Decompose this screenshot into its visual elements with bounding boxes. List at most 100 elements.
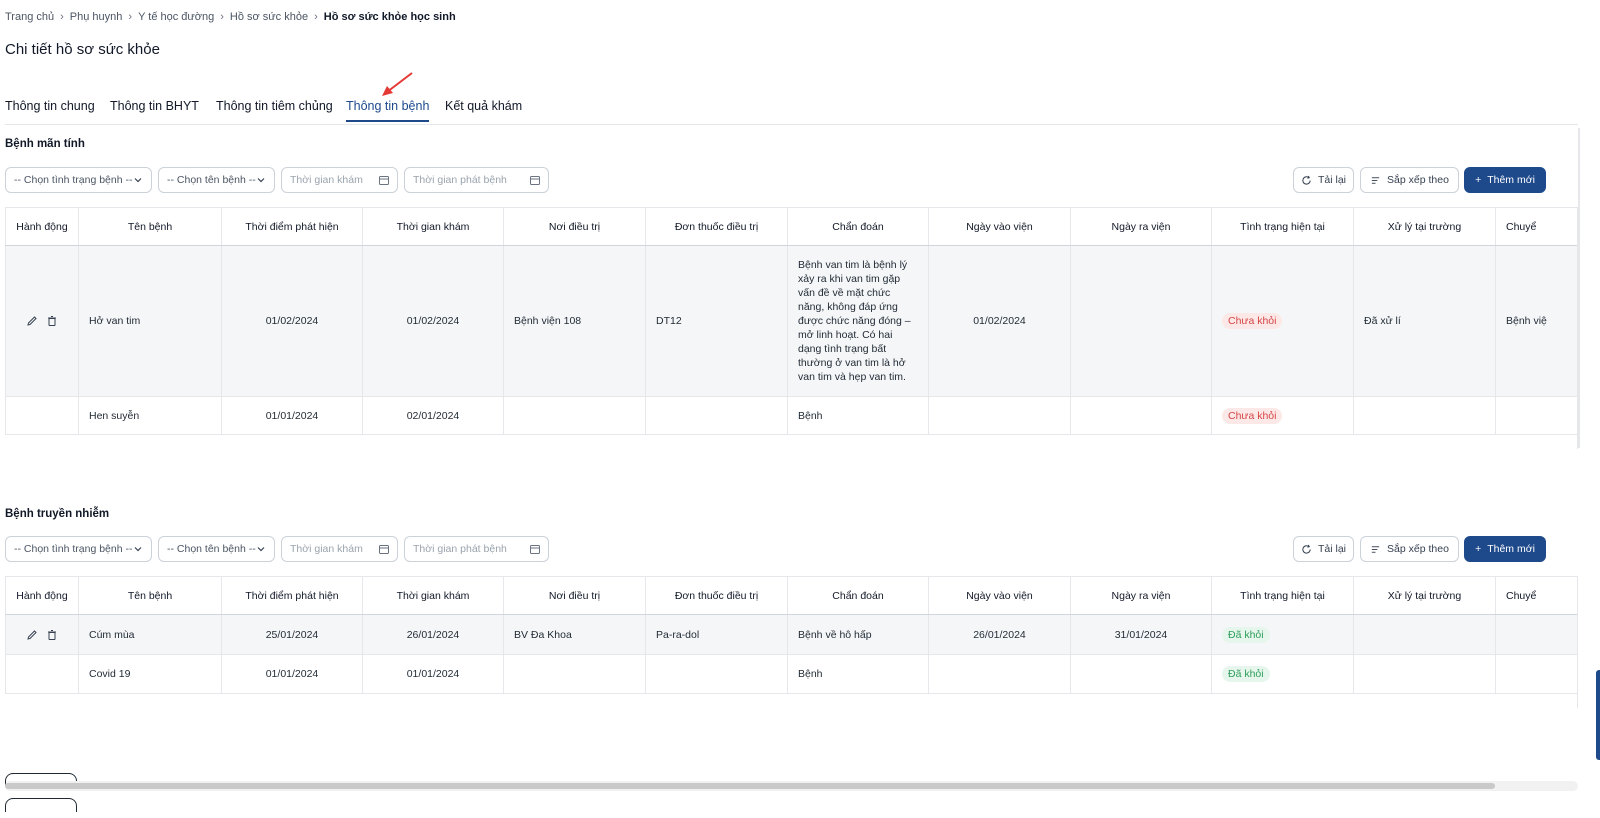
breadcrumb: Trang chủ › Phụ huynh › Y tế học đường ›… [5, 10, 456, 24]
detected-cell: 25/01/2024 [221, 614, 363, 655]
col-header-discharge: Ngày ra viện [1070, 576, 1212, 615]
table-header-row: Hành động Tên bệnh Thời điểm phát hiện T… [5, 207, 1577, 246]
add-new-button[interactable]: + Thêm mới [1464, 536, 1546, 562]
sort-button[interactable]: Sắp xếp theo [1360, 167, 1459, 193]
prescription-cell [645, 396, 788, 435]
status-badge: Chưa khỏi [1222, 313, 1283, 329]
add-new-button-label: Thêm mới [1487, 174, 1535, 186]
transfer-cell [1495, 614, 1577, 655]
diagnosis-cell: Bệnh về hô hấp [787, 614, 929, 655]
tab-general-info[interactable]: Thông tin chung [5, 99, 95, 122]
disease-name-select[interactable]: -- Chọn tên bệnh -- [158, 167, 275, 193]
col-header-status: Tình trạng hiện tại [1211, 576, 1354, 615]
exam-time-cell: 02/01/2024 [362, 396, 504, 435]
col-header-detected: Thời điểm phát hiện [221, 576, 363, 615]
col-header-prescription: Đơn thuốc điều trị [645, 576, 788, 615]
chevron-down-icon [134, 547, 142, 552]
diagnosis-cell: Bệnh van tim là bệnh lý xảy ra khi van t… [787, 245, 929, 397]
annotation-arrow-icon [382, 72, 413, 96]
col-header-actions: Hành động [5, 576, 79, 615]
vertical-scrollbar[interactable] [1578, 128, 1580, 448]
diagnosis-cell: Bệnh [787, 654, 929, 694]
exam-time-input[interactable]: Thời gian khám [281, 536, 398, 562]
col-header-admission: Ngày vào viện [928, 576, 1071, 615]
scrollbar-thumb[interactable] [5, 783, 1495, 789]
infectious-section-title: Bệnh truyền nhiễm [5, 508, 110, 520]
edit-icon[interactable] [26, 629, 38, 641]
actions-cell [5, 614, 79, 655]
school-action-cell [1353, 396, 1496, 435]
horizontal-scrollbar[interactable] [5, 781, 1578, 791]
col-header-diagnosis: Chẩn đoán [787, 576, 929, 615]
status-cell: Chưa khỏi [1211, 245, 1354, 397]
sort-icon [1371, 176, 1380, 184]
onset-time-input[interactable]: Thời gian phát bệnh [404, 167, 549, 193]
admission-cell: 26/01/2024 [928, 614, 1071, 655]
status-cell: Đã khỏi [1211, 614, 1354, 655]
detected-cell: 01/01/2024 [221, 654, 363, 694]
disease-name-select[interactable]: -- Chọn tên bệnh -- [158, 536, 275, 562]
status-select-value: -- Chọn tình trạng bệnh -- [14, 174, 133, 186]
chronic-section-title: Bệnh mãn tính [5, 138, 85, 150]
school-action-cell [1353, 654, 1496, 694]
col-header-admission: Ngày vào viện [928, 207, 1071, 246]
plus-icon: + [1475, 543, 1482, 555]
detected-cell: 01/02/2024 [221, 245, 363, 397]
col-header-discharge: Ngày ra viện [1070, 207, 1212, 246]
col-header-exam-time: Thời gian khám [362, 576, 504, 615]
tab-insurance-info[interactable]: Thông tin BHYT [110, 99, 199, 122]
transfer-cell: Bệnh việ [1495, 245, 1577, 397]
table-row: Hen suyễn 01/01/2024 02/01/2024 Bệnh Chư… [5, 396, 1577, 435]
add-new-button[interactable]: + Thêm mới [1464, 167, 1546, 193]
exam-time-input[interactable]: Thời gian khám [281, 167, 398, 193]
sort-button-label: Sắp xếp theo [1387, 543, 1449, 555]
chevron-down-icon [257, 547, 265, 552]
side-edge-tab[interactable] [1596, 670, 1600, 760]
col-header-prescription: Đơn thuốc điều trị [645, 207, 788, 246]
chevron-right-icon: › [314, 11, 318, 23]
edit-icon[interactable] [26, 315, 38, 327]
disease-name-cell: Cúm mùa [78, 614, 222, 655]
refresh-icon [1302, 175, 1311, 185]
collapsed-pill [5, 798, 77, 812]
transfer-cell [1495, 396, 1577, 435]
breadcrumb-current: Hồ sơ sức khỏe học sinh [323, 11, 456, 23]
discharge-cell [1070, 245, 1212, 397]
disease-name-cell: Covid 19 [78, 654, 222, 694]
tab-exam-results[interactable]: Kết quả khám [445, 99, 522, 122]
breadcrumb-health-records[interactable]: Hồ sơ sức khỏe [230, 11, 308, 23]
calendar-icon [379, 545, 389, 554]
col-header-transfer: Chuyể [1495, 576, 1577, 615]
status-badge: Đã khỏi [1222, 626, 1270, 643]
delete-icon[interactable] [46, 629, 58, 641]
place-cell: BV Đa Khoa [503, 614, 646, 655]
place-cell [503, 396, 646, 435]
prescription-cell [645, 654, 788, 694]
sort-button[interactable]: Sắp xếp theo [1360, 536, 1459, 562]
reload-button-label: Tải lại [1317, 174, 1346, 186]
delete-icon[interactable] [46, 315, 58, 327]
admission-cell [928, 396, 1071, 435]
status-select[interactable]: -- Chọn tình trạng bệnh -- [5, 536, 152, 562]
table-row: Covid 19 01/01/2024 01/01/2024 Bệnh Đã k… [5, 654, 1577, 694]
breadcrumb-school-health[interactable]: Y tế học đường [138, 11, 214, 23]
breadcrumb-home[interactable]: Trang chủ [5, 11, 54, 23]
discharge-cell [1070, 396, 1212, 435]
col-header-place: Nơi điều trị [503, 207, 646, 246]
status-badge: Đã khỏi [1222, 666, 1270, 682]
infectious-table: Hành động Tên bệnh Thời điểm phát hiện T… [5, 576, 1578, 708]
onset-time-input[interactable]: Thời gian phát bệnh [404, 536, 549, 562]
school-action-cell [1353, 614, 1496, 655]
status-select[interactable]: -- Chọn tình trạng bệnh -- [5, 167, 152, 193]
reload-button[interactable]: Tải lại [1293, 536, 1354, 562]
reload-button[interactable]: Tải lại [1293, 167, 1354, 193]
place-cell [503, 654, 646, 694]
admission-cell [928, 654, 1071, 694]
tab-disease-info[interactable]: Thông tin bệnh [346, 99, 430, 122]
breadcrumb-parent[interactable]: Phụ huynh [70, 11, 123, 23]
calendar-icon [530, 545, 540, 554]
tab-vaccination-info[interactable]: Thông tin tiêm chủng [216, 99, 333, 122]
tab-bar: Thông tin chung Thông tin BHYT Thông tin… [5, 95, 1578, 125]
disease-name-select-value: -- Chọn tên bệnh -- [167, 543, 256, 555]
status-cell: Chưa khỏi [1211, 396, 1354, 435]
